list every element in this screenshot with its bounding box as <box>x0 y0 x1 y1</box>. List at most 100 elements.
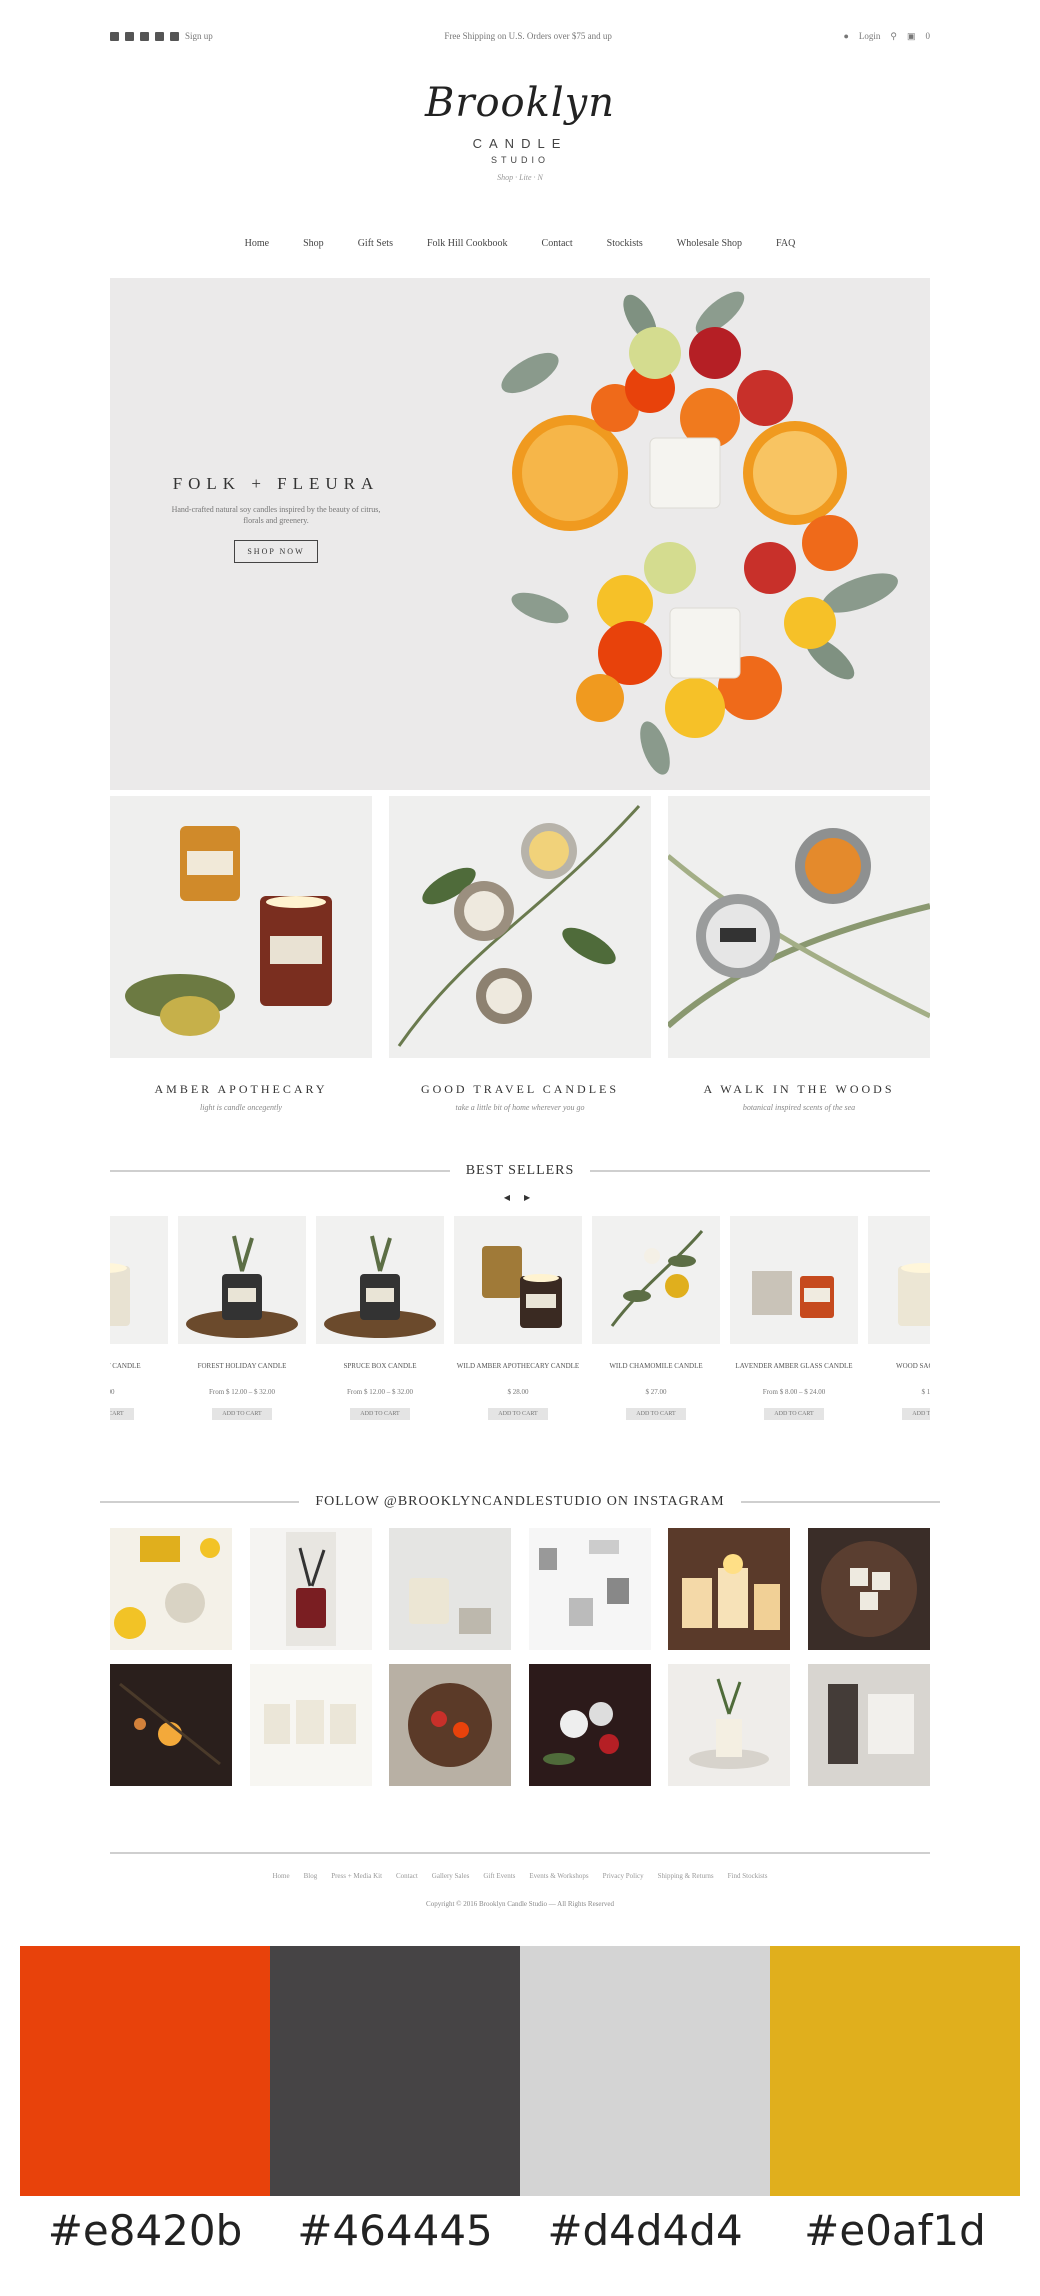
footer-link[interactable]: Press + Media Kit <box>331 1872 382 1880</box>
product-card[interactable]: SPRUCE BOX CANDLE From $ 12.00 – $ 32.00… <box>316 1216 444 1420</box>
collection-subtitle: botanical inspired scents of the sea <box>742 1103 856 1112</box>
instagram-photo[interactable] <box>528 1528 651 1650</box>
logo-script: Brooklyn <box>424 80 616 126</box>
add-to-cart-button[interactable]: ADD TO CART <box>902 1408 930 1420</box>
footer-link[interactable]: Shipping & Returns <box>658 1872 714 1880</box>
instagram-title[interactable]: FOLLOW @BROOKLYNCANDLESTUDIO ON INSTAGRA… <box>315 1494 724 1510</box>
add-to-cart-button[interactable]: ADD TO CART <box>488 1408 548 1420</box>
add-to-cart-button[interactable]: ADD TO CART <box>212 1408 272 1420</box>
nav-gift-sets[interactable]: Gift Sets <box>358 238 393 249</box>
best-sellers-header: BEST SELLERS <box>110 1163 930 1179</box>
footer-link[interactable]: Blog <box>304 1872 318 1880</box>
collection-subtitle: take a little bit of home wherever you g… <box>455 1103 585 1112</box>
instagram-photo[interactable] <box>668 1664 791 1786</box>
nav-wholesale[interactable]: Wholesale Shop <box>677 238 742 249</box>
product-name: FOREST HOLIDAY CANDLE <box>197 1362 287 1370</box>
instagram-photo[interactable] <box>110 1664 232 1786</box>
product-name: SPRUCE BOX CANDLE <box>343 1362 417 1370</box>
footer-link[interactable]: Contact <box>396 1872 418 1880</box>
instagram-icon[interactable] <box>155 31 164 41</box>
instagram-photo[interactable] <box>668 1528 791 1650</box>
product-image <box>110 1216 168 1344</box>
product-card[interactable]: WILD CHAMOMILE CANDLE $ 27.00 ADD TO CAR… <box>592 1216 720 1420</box>
product-card[interactable]: WOOD SAGE CANDLE $ 18.00 ADD TO CART <box>868 1216 930 1420</box>
product-image <box>178 1216 306 1344</box>
sign-up-link[interactable]: Sign up <box>185 31 213 41</box>
footer-link[interactable]: Gallery Sales <box>432 1872 470 1880</box>
collection-tile[interactable]: GOOD TRAVEL CANDLES take a little bit of… <box>389 796 651 1112</box>
promo-text: Free Shipping on U.S. Orders over $75 an… <box>444 31 612 41</box>
nav-stockists[interactable]: Stockists <box>607 238 643 249</box>
best-sellers-title: BEST SELLERS <box>465 1163 575 1178</box>
add-to-cart-button[interactable]: ADD TO CART <box>626 1408 686 1420</box>
footer-link[interactable]: Events & Workshops <box>529 1872 588 1880</box>
divider <box>110 1170 450 1172</box>
product-card[interactable]: FOREST HOLIDAY CANDLE From $ 12.00 – $ 3… <box>178 1216 306 1420</box>
product-price: $ 18.00 <box>110 1388 115 1396</box>
color-swatch <box>520 1946 770 2196</box>
instagram-photo[interactable] <box>528 1664 651 1786</box>
divider <box>100 1501 300 1503</box>
collection-image-travel <box>389 796 651 1058</box>
pinterest-icon[interactable] <box>140 31 149 41</box>
footer-links: Home Blog Press + Media Kit Contact Gall… <box>0 1872 1040 1880</box>
product-card[interactable]: WILD AMBER APOTHECARY CANDLE $ 28.00 ADD… <box>454 1216 582 1420</box>
instagram-photo[interactable] <box>249 1664 372 1786</box>
facebook-icon[interactable] <box>110 31 119 41</box>
site-logo[interactable]: Brooklyn CANDLE STUDIO Shop · Lite · N <box>0 80 1040 182</box>
cart-icon[interactable]: ▣ <box>907 31 916 42</box>
mail-icon[interactable] <box>170 31 179 41</box>
instagram-photo[interactable] <box>807 1664 930 1786</box>
footer-link[interactable]: Home <box>272 1872 289 1880</box>
collection-tile[interactable]: AMBER APOTHECARY light is candle oncegen… <box>110 796 372 1112</box>
product-name: LAVENDER AMBER GLASS CANDLE <box>735 1362 853 1370</box>
main-nav: Home Shop Gift Sets Folk Hill Cookbook C… <box>0 238 1040 249</box>
nav-home[interactable]: Home <box>245 238 269 249</box>
divider <box>590 1170 930 1172</box>
logo-tagline: Shop · Lite · N <box>497 173 543 182</box>
hero-banner[interactable]: FOLK + FLEURA Hand-crafted natural soy c… <box>110 278 930 790</box>
footer-link[interactable]: Privacy Policy <box>603 1872 644 1880</box>
product-image <box>868 1216 930 1344</box>
collection-title: A WALK IN THE WOODS <box>703 1082 895 1096</box>
instagram-photo[interactable] <box>389 1664 512 1786</box>
hero-subtitle: Hand-crafted natural soy candles inspire… <box>171 505 381 526</box>
footer-link[interactable]: Gift Events <box>483 1872 515 1880</box>
shop-now-button[interactable]: SHOP NOW <box>234 540 318 564</box>
product-image <box>316 1216 444 1344</box>
instagram-photo[interactable] <box>389 1528 512 1650</box>
instagram-grid <box>110 1528 930 1786</box>
collection-image-woods <box>668 796 930 1058</box>
product-card[interactable]: GRAPEFRUIT CANDLE $ 18.00 ADD TO CART <box>110 1216 168 1420</box>
add-to-cart-button[interactable]: ADD TO CART <box>350 1408 410 1420</box>
nav-faq[interactable]: FAQ <box>776 238 795 249</box>
logo-line-candle: CANDLE <box>472 136 568 151</box>
nav-cookbook[interactable]: Folk Hill Cookbook <box>427 238 508 249</box>
product-card[interactable]: LAVENDER AMBER GLASS CANDLE From $ 8.00 … <box>730 1216 858 1420</box>
product-price: $ 18.00 <box>921 1388 931 1396</box>
nav-shop[interactable]: Shop <box>303 238 324 249</box>
instagram-photo[interactable] <box>807 1528 930 1650</box>
footer-link[interactable]: Find Stockists <box>728 1872 768 1880</box>
twitter-icon[interactable] <box>125 31 134 41</box>
product-name: GRAPEFRUIT CANDLE <box>110 1362 141 1370</box>
login-link[interactable]: Login <box>859 31 881 41</box>
nav-contact[interactable]: Contact <box>542 238 573 249</box>
product-name: WILD CHAMOMILE CANDLE <box>609 1362 703 1370</box>
copyright-text: Copyright © 2016 Brooklyn Candle Studio … <box>426 1900 614 1908</box>
add-to-cart-button[interactable]: ADD TO CART <box>110 1408 134 1420</box>
collection-subtitle: light is candle oncegently <box>200 1103 282 1112</box>
search-icon[interactable]: ⚲ <box>890 31 897 42</box>
add-to-cart-button[interactable]: ADD TO CART <box>764 1408 824 1420</box>
divider <box>740 1501 940 1503</box>
carousel-arrows[interactable]: ◀ ▶ <box>0 1193 1040 1202</box>
cart-count[interactable]: 0 <box>925 31 930 41</box>
instagram-photo[interactable] <box>110 1528 232 1650</box>
product-image <box>454 1216 582 1344</box>
instagram-photo[interactable] <box>249 1528 372 1650</box>
user-icon[interactable]: ● <box>843 31 848 41</box>
collection-title: GOOD TRAVEL CANDLES <box>420 1082 620 1096</box>
collection-tile[interactable]: A WALK IN THE WOODS botanical inspired s… <box>668 796 930 1112</box>
social-links: Sign up <box>110 31 213 41</box>
logo-line-studio: STUDIO <box>490 155 549 165</box>
